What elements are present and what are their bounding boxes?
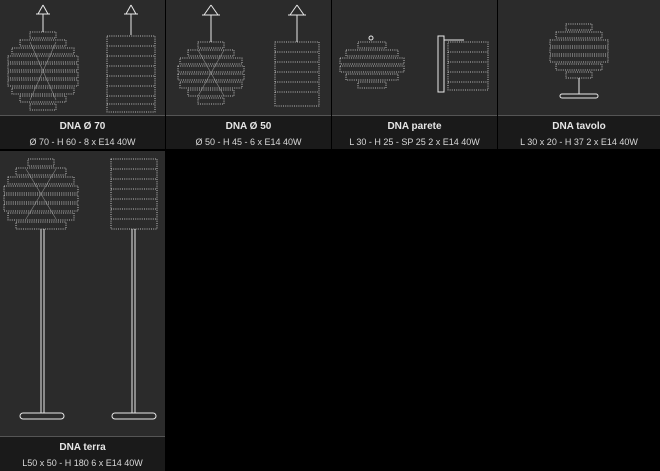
product-title[interactable]: DNA parete bbox=[332, 121, 497, 133]
product-card-dna-parete[interactable]: DNA parete L 30 - H 25 - SP 25 2 x E14 4… bbox=[332, 0, 497, 149]
product-card-dna-terra[interactable]: DNA terra L50 x 50 - H 180 6 x E14 40W bbox=[0, 151, 165, 471]
product-image-dna-tavolo[interactable] bbox=[498, 0, 660, 116]
product-card-dna-70[interactable]: DNA Ø 70 Ø 70 - H 60 - 8 x E14 40W bbox=[0, 0, 165, 149]
product-title[interactable]: DNA tavolo bbox=[498, 121, 660, 133]
product-caption: DNA parete L 30 - H 25 - SP 25 2 x E14 4… bbox=[332, 115, 497, 149]
product-title[interactable]: DNA Ø 70 bbox=[0, 121, 165, 133]
product-card-dna-50[interactable]: DNA Ø 50 Ø 50 - H 45 - 6 x E14 40W bbox=[166, 0, 331, 149]
product-spec: L50 x 50 - H 180 6 x E14 40W bbox=[22, 458, 143, 468]
product-image-dna-terra[interactable] bbox=[0, 151, 165, 437]
product-image-dna-50[interactable] bbox=[166, 0, 331, 116]
product-image-dna-70[interactable] bbox=[0, 0, 165, 116]
product-spec: Ø 70 - H 60 - 8 x E14 40W bbox=[29, 137, 136, 147]
product-spec: L 30 x 20 - H 37 2 x E14 40W bbox=[520, 137, 638, 147]
product-caption: DNA terra L50 x 50 - H 180 6 x E14 40W bbox=[0, 436, 165, 471]
product-spec: L 30 - H 25 - SP 25 2 x E14 40W bbox=[349, 137, 480, 147]
product-caption: DNA Ø 50 Ø 50 - H 45 - 6 x E14 40W bbox=[166, 115, 331, 149]
product-caption: DNA Ø 70 Ø 70 - H 60 - 8 x E14 40W bbox=[0, 115, 165, 149]
product-card-dna-tavolo[interactable]: DNA tavolo L 30 x 20 - H 37 2 x E14 40W bbox=[498, 0, 660, 149]
product-spec: Ø 50 - H 45 - 6 x E14 40W bbox=[195, 137, 302, 147]
product-title[interactable]: DNA terra bbox=[0, 442, 165, 454]
product-caption: DNA tavolo L 30 x 20 - H 37 2 x E14 40W bbox=[498, 115, 660, 149]
product-title[interactable]: DNA Ø 50 bbox=[166, 121, 331, 133]
product-image-dna-parete[interactable] bbox=[332, 0, 497, 116]
